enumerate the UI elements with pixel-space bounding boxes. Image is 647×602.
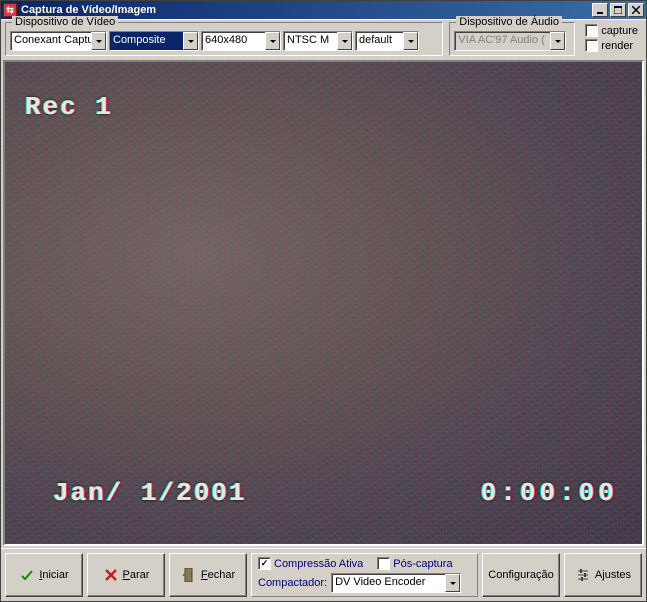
- audio-device-legend: Dispositivo de Áudio: [456, 16, 562, 28]
- maximize-button[interactable]: [610, 3, 626, 17]
- video-preview: Rec 1 Jan/ 1/2001 0:00:00: [3, 60, 644, 546]
- compactor-value: DV Video Encoder: [332, 574, 445, 592]
- adjust-label: Ajustes: [595, 569, 631, 581]
- video-resolution-value: 640x480: [202, 32, 265, 50]
- stop-button[interactable]: Parar: [87, 553, 165, 597]
- video-mode-select[interactable]: default: [355, 31, 419, 51]
- audio-device-group: Dispositivo de Áudio VIA AC'97 Audio (: [449, 22, 575, 56]
- osd-date-text: Jan/ 1/2001: [53, 478, 247, 508]
- video-scanlines: [5, 62, 642, 544]
- bottom-toolbar: Iniciar Parar Fechar Compressão Ativa: [1, 548, 646, 601]
- chevron-down-icon: [445, 574, 460, 592]
- compression-active-checkbox[interactable]: [258, 557, 271, 570]
- minimize-icon: [596, 6, 604, 14]
- video-input-value: Composite: [110, 32, 183, 50]
- video-input-select[interactable]: Composite: [109, 31, 199, 51]
- x-icon: [103, 569, 119, 581]
- minimize-button[interactable]: [592, 3, 608, 17]
- post-capture-checkbox[interactable]: [377, 557, 390, 570]
- render-label: render: [601, 40, 633, 52]
- video-device-select[interactable]: Conexant Captur: [10, 31, 107, 51]
- device-toolbar: Dispositivo de Vídeo Conexant Captur Com…: [1, 19, 646, 58]
- compactor-select[interactable]: DV Video Encoder: [331, 573, 461, 593]
- audio-options: capture render: [581, 22, 642, 56]
- compression-active-label: Compressão Ativa: [274, 558, 363, 570]
- chevron-down-icon: [183, 32, 198, 50]
- capture-label: capture: [601, 25, 638, 37]
- osd-rec-text: Rec 1: [25, 92, 113, 122]
- chevron-down-icon: [337, 32, 352, 50]
- video-standard-value: NTSC M: [284, 32, 337, 50]
- app-window: ⇆ Captura de Vídeo/Imagem Dispositivo de…: [0, 0, 647, 602]
- compactor-label: Compactador:: [258, 577, 327, 589]
- stop-button-label: Parar: [123, 569, 150, 581]
- osd-time-text: 0:00:00: [481, 478, 618, 508]
- window-title: Captura de Vídeo/Imagem: [21, 4, 590, 16]
- app-icon: ⇆: [3, 3, 17, 17]
- compression-group: Compressão Ativa Pós-captura Compactador…: [251, 553, 478, 597]
- chevron-down-icon: [91, 32, 106, 50]
- video-resolution-select[interactable]: 640x480: [201, 31, 281, 51]
- sliders-icon: [575, 569, 591, 581]
- close-button[interactable]: [628, 3, 644, 17]
- video-device-group: Dispositivo de Vídeo Conexant Captur Com…: [5, 22, 443, 56]
- chevron-down-icon: [265, 32, 280, 50]
- chevron-down-icon: [403, 32, 418, 50]
- video-device-legend: Dispositivo de Vídeo: [12, 16, 118, 28]
- configuration-button[interactable]: Configuração: [482, 553, 560, 597]
- render-checkbox[interactable]: [585, 39, 598, 52]
- close-action-button[interactable]: Fechar: [169, 553, 247, 597]
- close-action-label: Fechar: [201, 569, 235, 581]
- video-standard-select[interactable]: NTSC M: [283, 31, 353, 51]
- chevron-down-icon: [550, 32, 565, 50]
- door-icon: [181, 568, 197, 582]
- adjust-button[interactable]: Ajustes: [564, 553, 642, 597]
- start-button[interactable]: Iniciar: [5, 553, 83, 597]
- post-capture-label: Pós-captura: [393, 558, 452, 570]
- maximize-icon: [614, 6, 622, 14]
- audio-device-value: VIA AC'97 Audio (: [455, 32, 550, 50]
- configuration-label: Configuração: [488, 569, 553, 581]
- audio-device-select[interactable]: VIA AC'97 Audio (: [454, 31, 566, 51]
- check-icon: [19, 568, 35, 582]
- video-mode-value: default: [356, 32, 403, 50]
- start-button-label: Iniciar: [39, 569, 68, 581]
- close-icon: [632, 6, 640, 14]
- capture-checkbox[interactable]: [585, 24, 598, 37]
- video-device-value: Conexant Captur: [11, 32, 91, 50]
